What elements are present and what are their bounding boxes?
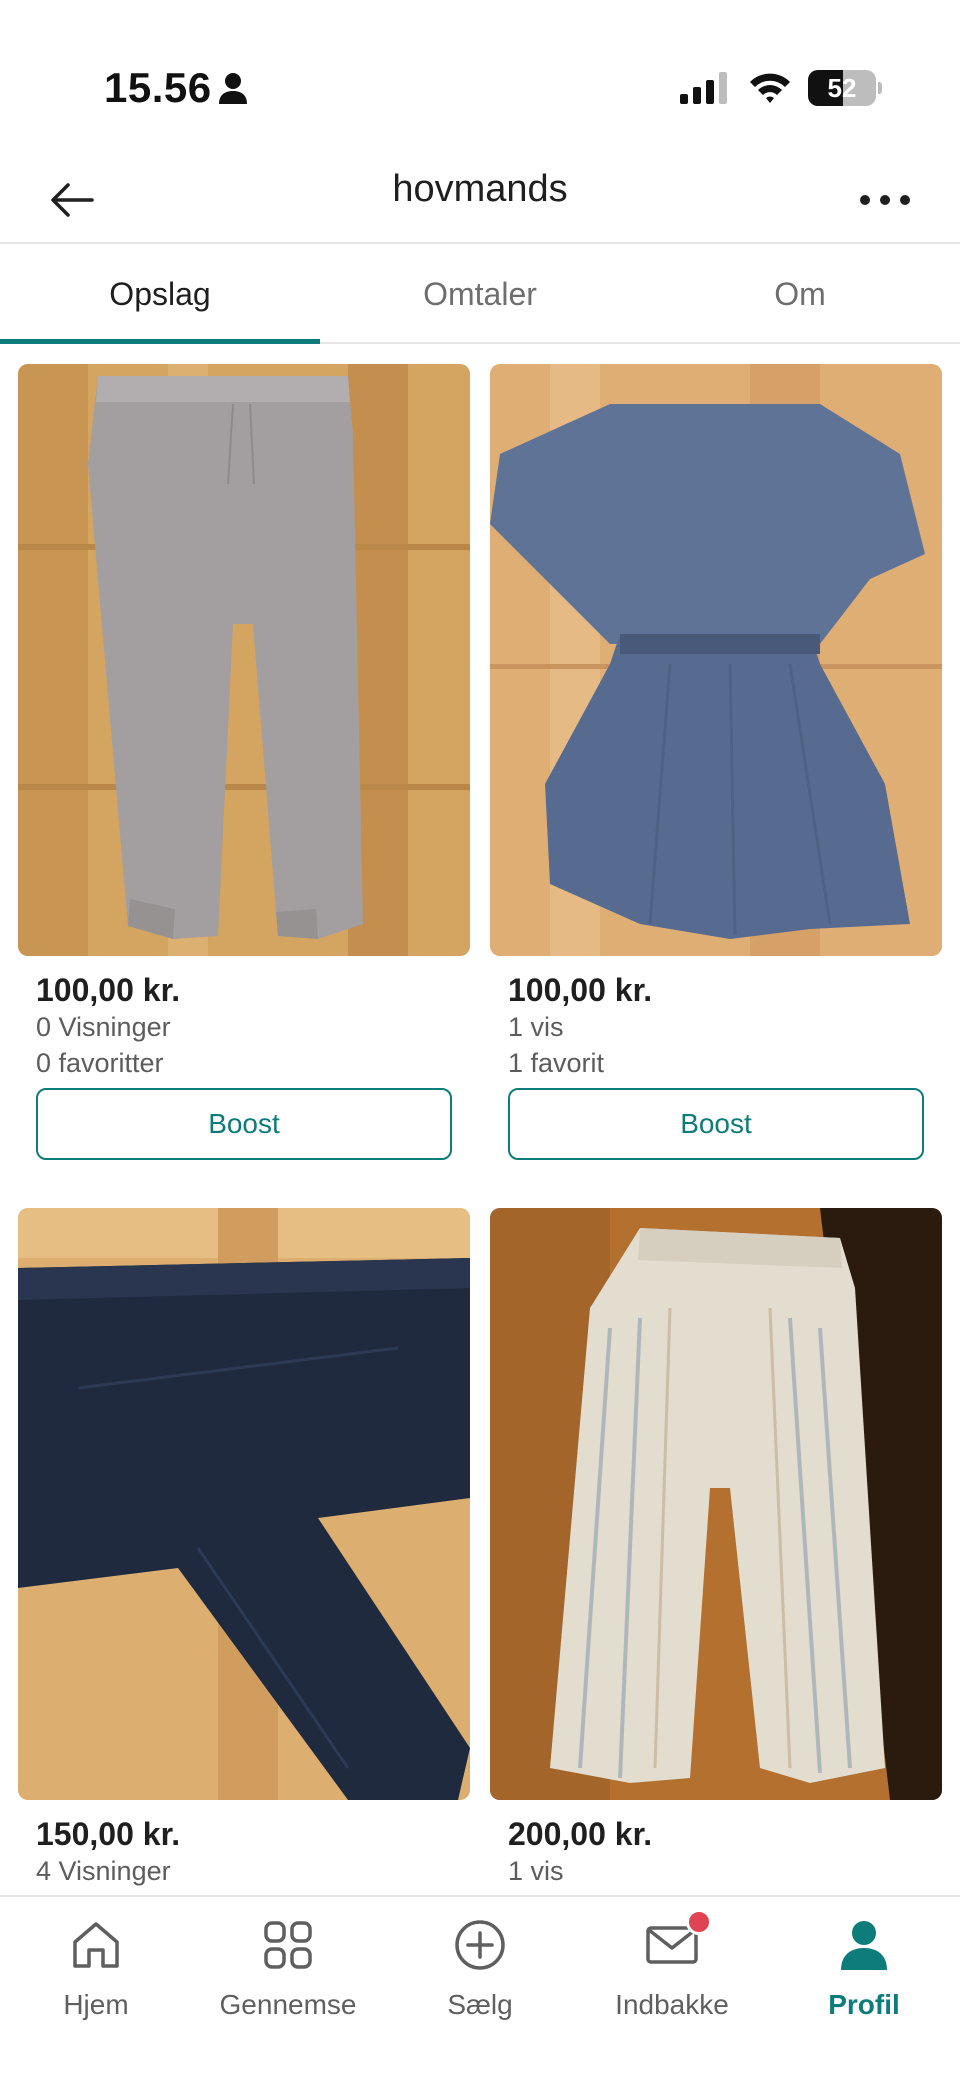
nav-label: Gennemse bbox=[219, 1989, 357, 2020]
nav-item-indbakke[interactable]: Indbakke bbox=[576, 1897, 768, 2085]
nav-item-hjem[interactable]: Hjem bbox=[0, 1897, 192, 2085]
listing-views: 4 Visninger bbox=[36, 1856, 171, 1886]
nav-label: Hjem bbox=[63, 1989, 129, 2020]
status-bar: 15.56 52 bbox=[0, 0, 960, 150]
listing-photo[interactable] bbox=[490, 364, 942, 956]
boost-button[interactable]: Boost bbox=[508, 1088, 924, 1160]
listing-card[interactable]: 150,00 kr. 4 Visninger bbox=[18, 1208, 470, 1886]
top-app-bar: hovmands bbox=[0, 150, 960, 244]
listing-favorites: 1 favorit bbox=[508, 1048, 605, 1078]
bottom-navigation: Hjem Gennemse Sælg Indbakke Profil bbox=[0, 1895, 960, 2085]
person-icon bbox=[219, 73, 247, 104]
profile-tabs: Opslag Omtaler Om bbox=[0, 246, 960, 344]
boost-button[interactable]: Boost bbox=[36, 1088, 452, 1160]
nav-item-saelg[interactable]: Sælg bbox=[384, 1897, 576, 2085]
battery-indicator: 52 bbox=[808, 70, 882, 106]
nav-label: Indbakke bbox=[615, 1989, 729, 2020]
tab-omtaler[interactable]: Omtaler bbox=[320, 246, 640, 342]
nav-label: Sælg bbox=[447, 1989, 513, 2020]
plus-circle-icon bbox=[450, 1915, 510, 1975]
listing-price: 100,00 kr. bbox=[508, 972, 653, 1008]
listing-price: 100,00 kr. bbox=[36, 972, 181, 1008]
listing-photo[interactable] bbox=[18, 364, 470, 956]
nav-item-profil[interactable]: Profil bbox=[768, 1897, 960, 2085]
person-icon bbox=[834, 1915, 894, 1975]
listing-price: 150,00 kr. bbox=[36, 1816, 181, 1852]
battery-percentage: 52 bbox=[827, 73, 857, 103]
notification-badge bbox=[686, 1909, 712, 1935]
listing-views: 0 Visninger bbox=[36, 1012, 171, 1042]
listing-card[interactable]: 100,00 kr. 1 vis 1 favorit Boost bbox=[490, 364, 942, 1160]
listing-price: 200,00 kr. bbox=[508, 1816, 653, 1852]
wifi-icon bbox=[750, 73, 790, 103]
nav-label: Profil bbox=[828, 1989, 900, 2020]
cellular-signal-icon bbox=[680, 72, 727, 104]
listing-views: 1 vis bbox=[508, 1012, 564, 1042]
grid-icon bbox=[258, 1915, 318, 1975]
home-icon bbox=[66, 1915, 126, 1975]
listing-views: 1 vis bbox=[508, 1856, 564, 1886]
page-title: hovmands bbox=[392, 168, 568, 210]
listing-favorites: 0 favoritter bbox=[36, 1048, 164, 1078]
listing-card[interactable]: 200,00 kr. 1 vis bbox=[490, 1208, 942, 1886]
listing-photo[interactable] bbox=[490, 1208, 942, 1800]
status-time: 15.56 bbox=[104, 64, 212, 111]
tab-opslag[interactable]: Opslag bbox=[0, 246, 320, 344]
more-horizontal-icon bbox=[860, 195, 910, 205]
tab-om[interactable]: Om bbox=[640, 246, 960, 342]
more-options-button[interactable] bbox=[850, 172, 920, 228]
listing-card[interactable]: 100,00 kr. 0 Visninger 0 favoritter Boos… bbox=[18, 364, 470, 1160]
nav-item-gennemse[interactable]: Gennemse bbox=[192, 1897, 384, 2085]
listing-photo[interactable] bbox=[18, 1208, 470, 1800]
